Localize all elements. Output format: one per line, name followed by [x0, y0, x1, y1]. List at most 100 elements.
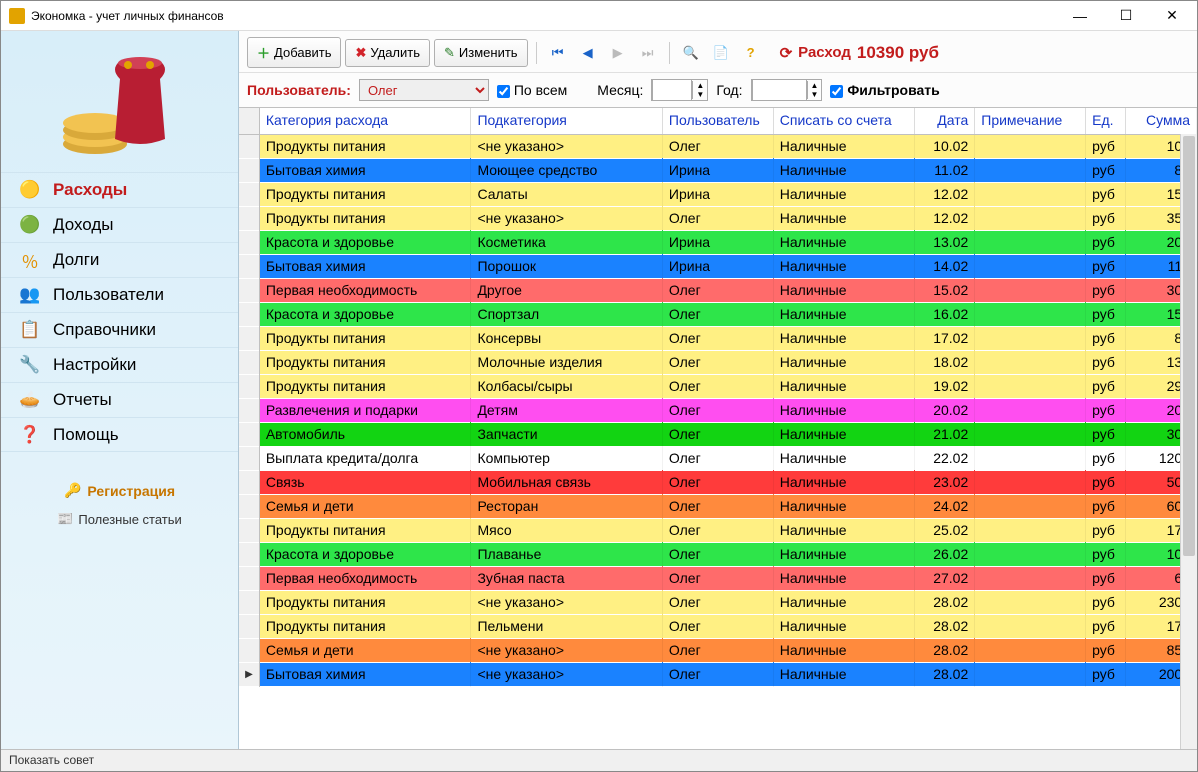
cell-category: Бытовая химия [259, 662, 471, 686]
cell-category: Бытовая химия [259, 158, 471, 182]
cell-unit: руб [1086, 134, 1126, 158]
table-row[interactable]: Семья и дети <не указано> Олег Наличные … [239, 638, 1197, 662]
table-row[interactable]: Семья и дети Ресторан Олег Наличные 24.0… [239, 494, 1197, 518]
month-label: Месяц: [597, 82, 643, 98]
table-row[interactable]: Красота и здоровье Спортзал Олег Наличны… [239, 302, 1197, 326]
col-header-2[interactable]: Пользователь [662, 108, 773, 134]
col-header-3[interactable]: Списать со счета [773, 108, 914, 134]
export-button[interactable]: 📄 [708, 40, 734, 66]
scrollbar-vertical[interactable] [1180, 108, 1197, 749]
sidebar-item-1[interactable]: 🟢Доходы [1, 207, 238, 242]
nav-label: Доходы [53, 215, 114, 235]
table-row[interactable]: Красота и здоровье Плаванье Олег Наличны… [239, 542, 1197, 566]
close-button[interactable]: ✕ [1149, 1, 1195, 31]
cell-account: Наличные [773, 614, 914, 638]
sidebar-item-7[interactable]: ❓Помощь [1, 417, 238, 452]
cell-subcategory: Другое [471, 278, 662, 302]
cell-unit: руб [1086, 566, 1126, 590]
table-row[interactable]: Бытовая химия Моющее средство Ирина Нали… [239, 158, 1197, 182]
col-header-5[interactable]: Примечание [975, 108, 1086, 134]
registration-link[interactable]: 🔑 Регистрация [1, 482, 238, 499]
add-button[interactable]: ＋ Добавить [247, 37, 341, 68]
table-row[interactable]: Бытовая химия Порошок Ирина Наличные 14.… [239, 254, 1197, 278]
filter-checkbox-wrap[interactable]: Фильтровать [830, 82, 939, 98]
row-marker [239, 446, 259, 470]
sidebar-item-5[interactable]: 🔧Настройки [1, 347, 238, 382]
table-wrap[interactable]: Категория расходаПодкатегорияПользовател… [239, 107, 1197, 749]
cell-user: Олег [662, 374, 773, 398]
sidebar-item-0[interactable]: 🟡Расходы [1, 172, 238, 207]
table-row[interactable]: Продукты питания Салаты Ирина Наличные 1… [239, 182, 1197, 206]
table-row[interactable]: Автомобиль Запчасти Олег Наличные 21.02 … [239, 422, 1197, 446]
all-checkbox[interactable] [497, 85, 510, 98]
month-spinner[interactable]: ▲▼ [651, 79, 708, 101]
search-button[interactable]: 🔍 [678, 40, 704, 66]
refresh-icon: ⟳ [780, 44, 793, 62]
table-row[interactable]: Продукты питания Колбасы/сыры Олег Налич… [239, 374, 1197, 398]
cell-category: Красота и здоровье [259, 302, 471, 326]
cell-unit: руб [1086, 374, 1126, 398]
row-marker [239, 230, 259, 254]
table-row[interactable]: Первая необходимость Другое Олег Наличны… [239, 278, 1197, 302]
cell-date: 15.02 [914, 278, 974, 302]
cell-account: Наличные [773, 638, 914, 662]
sidebar-item-6[interactable]: 🥧Отчеты [1, 382, 238, 417]
cell-note [975, 206, 1086, 230]
status-bar[interactable]: Показать совет [1, 749, 1197, 771]
edit-button[interactable]: ✎ Изменить [434, 39, 528, 67]
cell-account: Наличные [773, 422, 914, 446]
year-input[interactable] [752, 79, 807, 101]
minimize-button[interactable]: — [1057, 1, 1103, 31]
cell-subcategory: Спортзал [471, 302, 662, 326]
toolbar: ＋ Добавить ✖ Удалить ✎ Изменить ⏮ ◀ ▶ ⏭ … [239, 31, 1197, 73]
nav-first-button[interactable]: ⏮ [545, 40, 571, 66]
year-spinner[interactable]: ▲▼ [751, 79, 823, 101]
cell-date: 11.02 [914, 158, 974, 182]
sidebar-item-3[interactable]: 👥Пользователи [1, 277, 238, 312]
user-select[interactable]: Олег [359, 79, 489, 101]
help-button[interactable]: ? [738, 40, 764, 66]
maximize-button[interactable]: ☐ [1103, 1, 1149, 31]
sidebar-item-4[interactable]: 📋Справочники [1, 312, 238, 347]
filter-checkbox[interactable] [830, 85, 843, 98]
nav-next-button[interactable]: ▶ [605, 40, 631, 66]
total-value: 10390 руб [857, 43, 939, 63]
month-input[interactable] [652, 79, 692, 101]
table-row[interactable]: Продукты питания Пельмени Олег Наличные … [239, 614, 1197, 638]
delete-button[interactable]: ✖ Удалить [345, 39, 430, 67]
table-row[interactable]: ▶ Бытовая химия <не указано> Олег Наличн… [239, 662, 1197, 686]
col-header-4[interactable]: Дата [914, 108, 974, 134]
cell-user: Олег [662, 350, 773, 374]
table-row[interactable]: Продукты питания Мясо Олег Наличные 25.0… [239, 518, 1197, 542]
cell-note [975, 374, 1086, 398]
cell-date: 16.02 [914, 302, 974, 326]
sidebar-item-2[interactable]: ％Долги [1, 242, 238, 277]
row-marker [239, 182, 259, 206]
cell-unit: руб [1086, 494, 1126, 518]
table-row[interactable]: Продукты питания <не указано> Олег Налич… [239, 134, 1197, 158]
cell-category: Первая необходимость [259, 566, 471, 590]
nav-prev-button[interactable]: ◀ [575, 40, 601, 66]
col-header-1[interactable]: Подкатегория [471, 108, 662, 134]
table-row[interactable]: Продукты питания Молочные изделия Олег Н… [239, 350, 1197, 374]
table-row[interactable]: Продукты питания Консервы Олег Наличные … [239, 326, 1197, 350]
cell-subcategory: Порошок [471, 254, 662, 278]
cell-user: Олег [662, 470, 773, 494]
col-marker [239, 108, 259, 134]
nav-label: Долги [53, 250, 99, 270]
col-header-0[interactable]: Категория расхода [259, 108, 471, 134]
table-row[interactable]: Выплата кредита/долга Компьютер Олег Нал… [239, 446, 1197, 470]
table-row[interactable]: Первая необходимость Зубная паста Олег Н… [239, 566, 1197, 590]
table-row[interactable]: Красота и здоровье Косметика Ирина Налич… [239, 230, 1197, 254]
table-row[interactable]: Продукты питания <не указано> Олег Налич… [239, 206, 1197, 230]
col-header-7[interactable]: Сумма [1126, 108, 1197, 134]
table-row[interactable]: Связь Мобильная связь Олег Наличные 23.0… [239, 470, 1197, 494]
table-row[interactable]: Развлечения и подарки Детям Олег Наличны… [239, 398, 1197, 422]
cell-category: Связь [259, 470, 471, 494]
articles-link[interactable]: 📰 Полезные статьи [1, 511, 238, 527]
nav-last-button[interactable]: ⏭ [635, 40, 661, 66]
cell-user: Олег [662, 566, 773, 590]
table-row[interactable]: Продукты питания <не указано> Олег Налич… [239, 590, 1197, 614]
col-header-6[interactable]: Ед. [1086, 108, 1126, 134]
all-checkbox-wrap[interactable]: По всем [497, 82, 567, 98]
